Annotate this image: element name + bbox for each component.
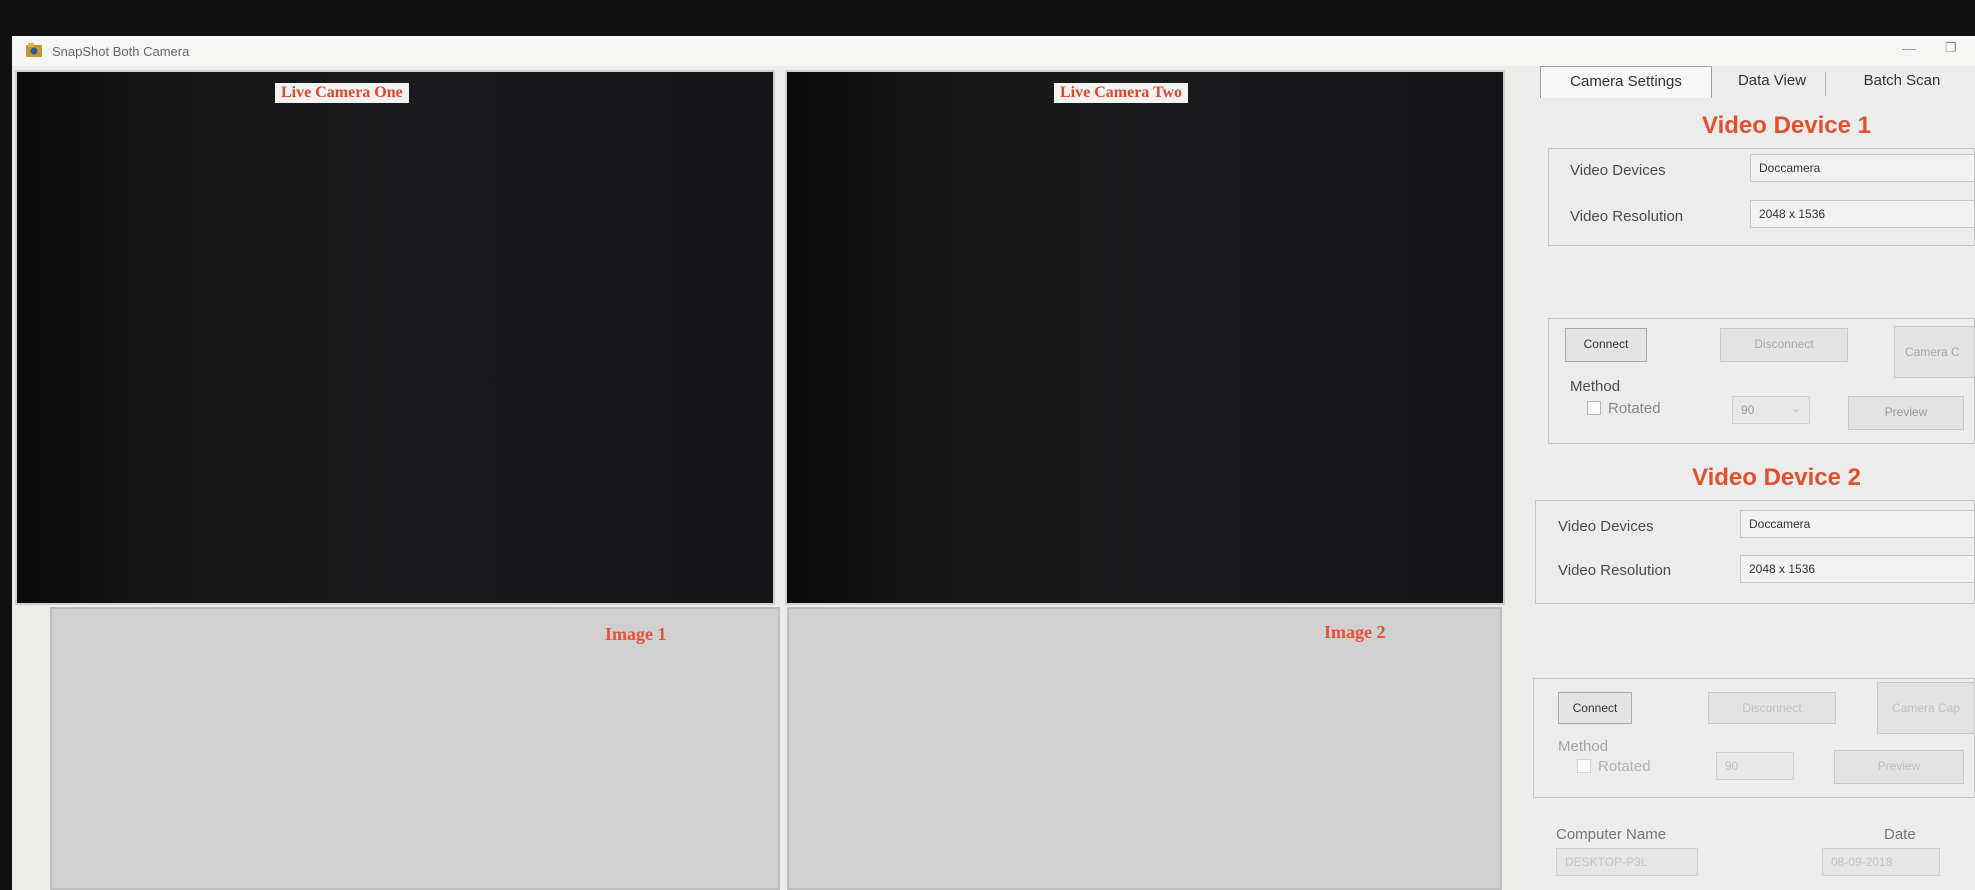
- video-resolution-select-1[interactable]: 2048 x 1536: [1750, 200, 1975, 228]
- date-label: Date: [1884, 826, 1916, 843]
- tab-divider: [1825, 72, 1826, 96]
- disconnect-button-1[interactable]: Disconnect: [1720, 328, 1848, 362]
- method-label-2: Method: [1558, 738, 1609, 755]
- video-devices-label-2: Video Devices: [1558, 518, 1654, 535]
- camera-capture-button-1[interactable]: Camera C: [1894, 326, 1975, 378]
- rotated-label-1: Rotated: [1608, 400, 1661, 417]
- live-camera-one-panel: Live Camera One: [15, 70, 775, 605]
- preview-button-2[interactable]: Preview: [1834, 750, 1964, 784]
- rotated-checkbox-1[interactable]: [1587, 401, 1601, 415]
- video-device-1-title: Video Device 1: [1702, 112, 1871, 139]
- rotation-value-2: 90: [1725, 759, 1739, 773]
- video-devices-select-2[interactable]: Doccamera: [1740, 510, 1975, 538]
- image-1-panel: Image 1: [50, 607, 780, 890]
- live-camera-two-label: Live Camera Two: [1054, 83, 1189, 103]
- rotation-select-1[interactable]: 90 ⌄: [1732, 396, 1810, 424]
- live-camera-one-label: Live Camera One: [275, 83, 409, 103]
- video-resolution-label-2: Video Resolution: [1558, 562, 1672, 579]
- camera-capture-button-2[interactable]: Camera Cap: [1877, 682, 1975, 734]
- video-resolution-label-1: Video Resolution: [1570, 208, 1684, 225]
- minimize-button[interactable]: —: [1902, 40, 1916, 56]
- preview-button-1[interactable]: Preview: [1848, 396, 1964, 430]
- video-device-2-title: Video Device 2: [1692, 464, 1861, 491]
- title-bar: SnapShot Both Camera — ❐: [12, 36, 1975, 66]
- date-field[interactable]: 08-09-2018: [1822, 848, 1940, 876]
- app-icon: [26, 43, 42, 57]
- rotation-select-2[interactable]: 90: [1716, 752, 1794, 780]
- tab-camera-settings[interactable]: Camera Settings: [1540, 66, 1712, 98]
- live-camera-two-panel: Live Camera Two: [785, 70, 1505, 605]
- computer-name-label: Computer Name: [1556, 826, 1667, 843]
- tab-batch-scan[interactable]: Batch Scan: [1832, 66, 1972, 98]
- rotated-checkbox-2[interactable]: [1577, 759, 1591, 773]
- video-devices-label-1: Video Devices: [1570, 162, 1666, 179]
- maximize-button[interactable]: ❐: [1945, 40, 1957, 56]
- rotated-label-2: Rotated: [1598, 758, 1651, 775]
- image-1-label: Image 1: [605, 624, 667, 644]
- method-label-1: Method: [1570, 378, 1621, 395]
- image-2-panel: Image 2: [787, 607, 1502, 890]
- window-title: SnapShot Both Camera: [52, 44, 190, 59]
- disconnect-button-2[interactable]: Disconnect: [1708, 692, 1836, 724]
- dropdown-arrow-icon: ⌄: [1791, 401, 1802, 415]
- connect-button-2[interactable]: Connect: [1558, 692, 1632, 724]
- computer-name-field[interactable]: DESKTOP-P3L: [1556, 848, 1698, 876]
- video-devices-select-1[interactable]: Doccamera: [1750, 154, 1975, 182]
- tab-data-view[interactable]: Data View: [1722, 66, 1822, 98]
- image-2-label: Image 2: [1324, 622, 1386, 642]
- rotation-value-1: 90: [1741, 403, 1755, 417]
- connect-button-1[interactable]: Connect: [1565, 328, 1647, 362]
- video-resolution-select-2[interactable]: 2048 x 1536: [1740, 555, 1975, 583]
